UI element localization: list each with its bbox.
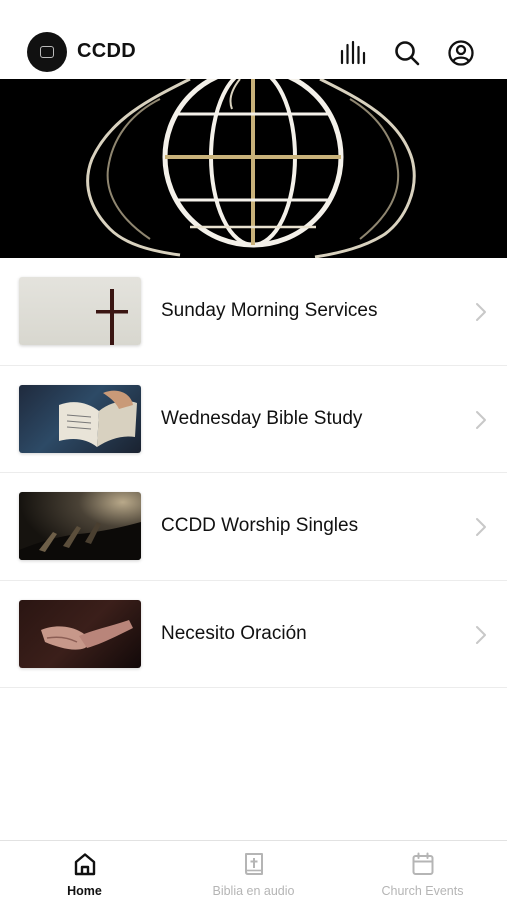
tab-church-events[interactable]: Church Events: [338, 841, 507, 900]
tab-biblia-en-audio[interactable]: Biblia en audio: [169, 841, 338, 900]
praying-hands-image: [19, 599, 141, 668]
chevron-right-icon: [476, 410, 486, 429]
cross-image: [19, 277, 141, 345]
content-list: Sunday Morning Services Wednesday Bible …: [0, 258, 507, 688]
open-bible-image: [19, 384, 141, 453]
bottom-tab-bar: Home Biblia en audio Church Events: [0, 840, 507, 900]
logo-mark: [40, 46, 54, 58]
list-item[interactable]: Wednesday Bible Study: [0, 366, 507, 473]
list-item[interactable]: Necesito Oración: [0, 581, 507, 688]
list-item-label: CCDD Worship Singles: [161, 515, 359, 536]
list-item[interactable]: Sunday Morning Services: [0, 258, 507, 366]
list-item-label: Sunday Morning Services: [161, 300, 378, 321]
chevron-right-icon: [476, 518, 486, 536]
app-title: CCDD: [77, 40, 136, 62]
list-item-label: Necesito Oración: [161, 622, 307, 644]
tab-label: Biblia en audio: [212, 884, 295, 898]
home-icon: [74, 853, 95, 876]
chevron-right-icon: [476, 303, 486, 321]
search-icon[interactable]: [392, 38, 422, 68]
tab-label: Church Events: [381, 884, 464, 898]
app-header: CCDD: [0, 0, 507, 79]
chevron-right-icon: [476, 625, 486, 644]
globe-dove-illustration: [86, 79, 416, 258]
bible-icon: [244, 853, 263, 875]
tab-home[interactable]: Home: [0, 841, 169, 900]
list-item[interactable]: CCDD Worship Singles: [0, 473, 507, 581]
list-item-label: Wednesday Bible Study: [161, 407, 363, 429]
raised-hands-image: [19, 492, 141, 560]
hero-banner: [0, 79, 507, 258]
church-logo-icon[interactable]: [27, 32, 67, 72]
tab-label: Home: [67, 884, 102, 898]
account-icon[interactable]: [446, 38, 476, 68]
audio-bars-icon[interactable]: [338, 38, 368, 68]
calendar-icon: [412, 852, 433, 875]
